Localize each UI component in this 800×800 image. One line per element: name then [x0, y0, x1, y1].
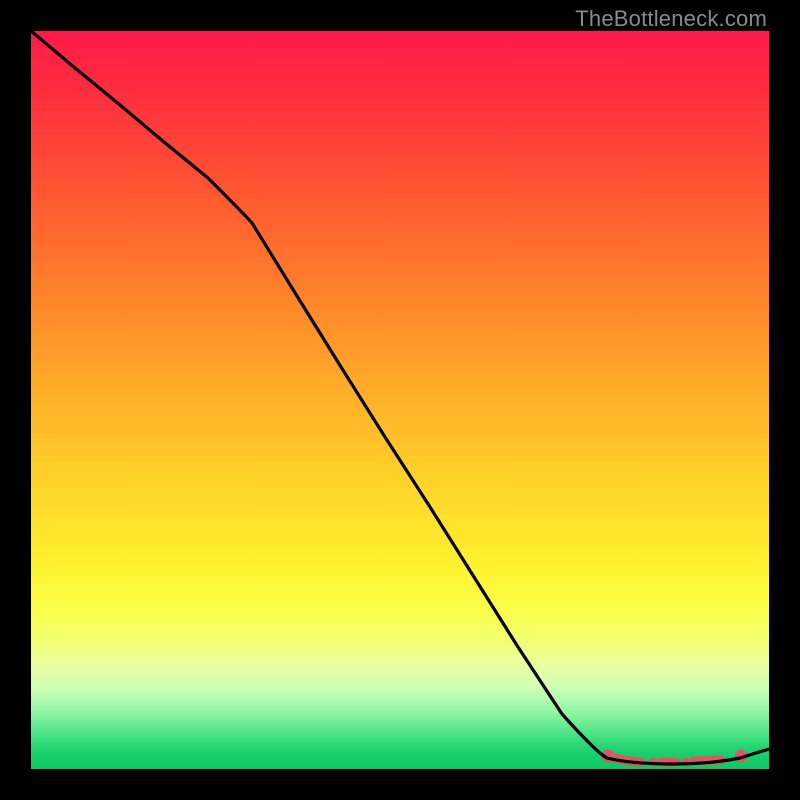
data-line [31, 31, 769, 764]
plot-area [31, 31, 769, 769]
watermark-text: TheBottleneck.com [575, 6, 767, 32]
chart-frame: TheBottleneck.com [0, 0, 800, 800]
chart-svg [31, 31, 769, 769]
